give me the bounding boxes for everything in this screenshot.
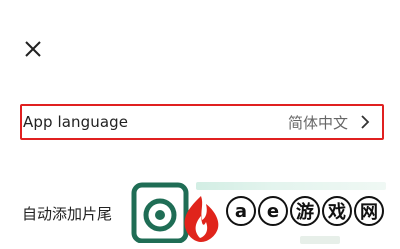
faded-strip-bottom bbox=[300, 236, 340, 244]
watermark-char: 戏 bbox=[322, 196, 352, 226]
app-language-value-group: 简体中文 bbox=[288, 112, 370, 133]
settings-page: App language 简体中文 自动添加片尾 a e 游 戏 网 bbox=[0, 0, 400, 249]
watermark-char: a bbox=[226, 196, 256, 226]
flame-logo-icon bbox=[176, 192, 226, 248]
watermark-char: 游 bbox=[290, 196, 320, 226]
watermark-char: e bbox=[258, 196, 288, 226]
app-language-label: App language bbox=[23, 113, 129, 131]
close-icon bbox=[25, 41, 41, 57]
watermark-text: a e 游 戏 网 bbox=[226, 196, 386, 226]
auto-add-outro-label: 自动添加片尾 bbox=[22, 205, 113, 223]
app-language-row[interactable]: App language 简体中文 bbox=[20, 104, 384, 140]
close-button[interactable] bbox=[18, 34, 48, 64]
watermark-char: 网 bbox=[354, 196, 384, 226]
faded-strip bbox=[196, 182, 386, 190]
chevron-right-icon bbox=[360, 114, 370, 130]
app-language-value: 简体中文 bbox=[287, 113, 348, 132]
